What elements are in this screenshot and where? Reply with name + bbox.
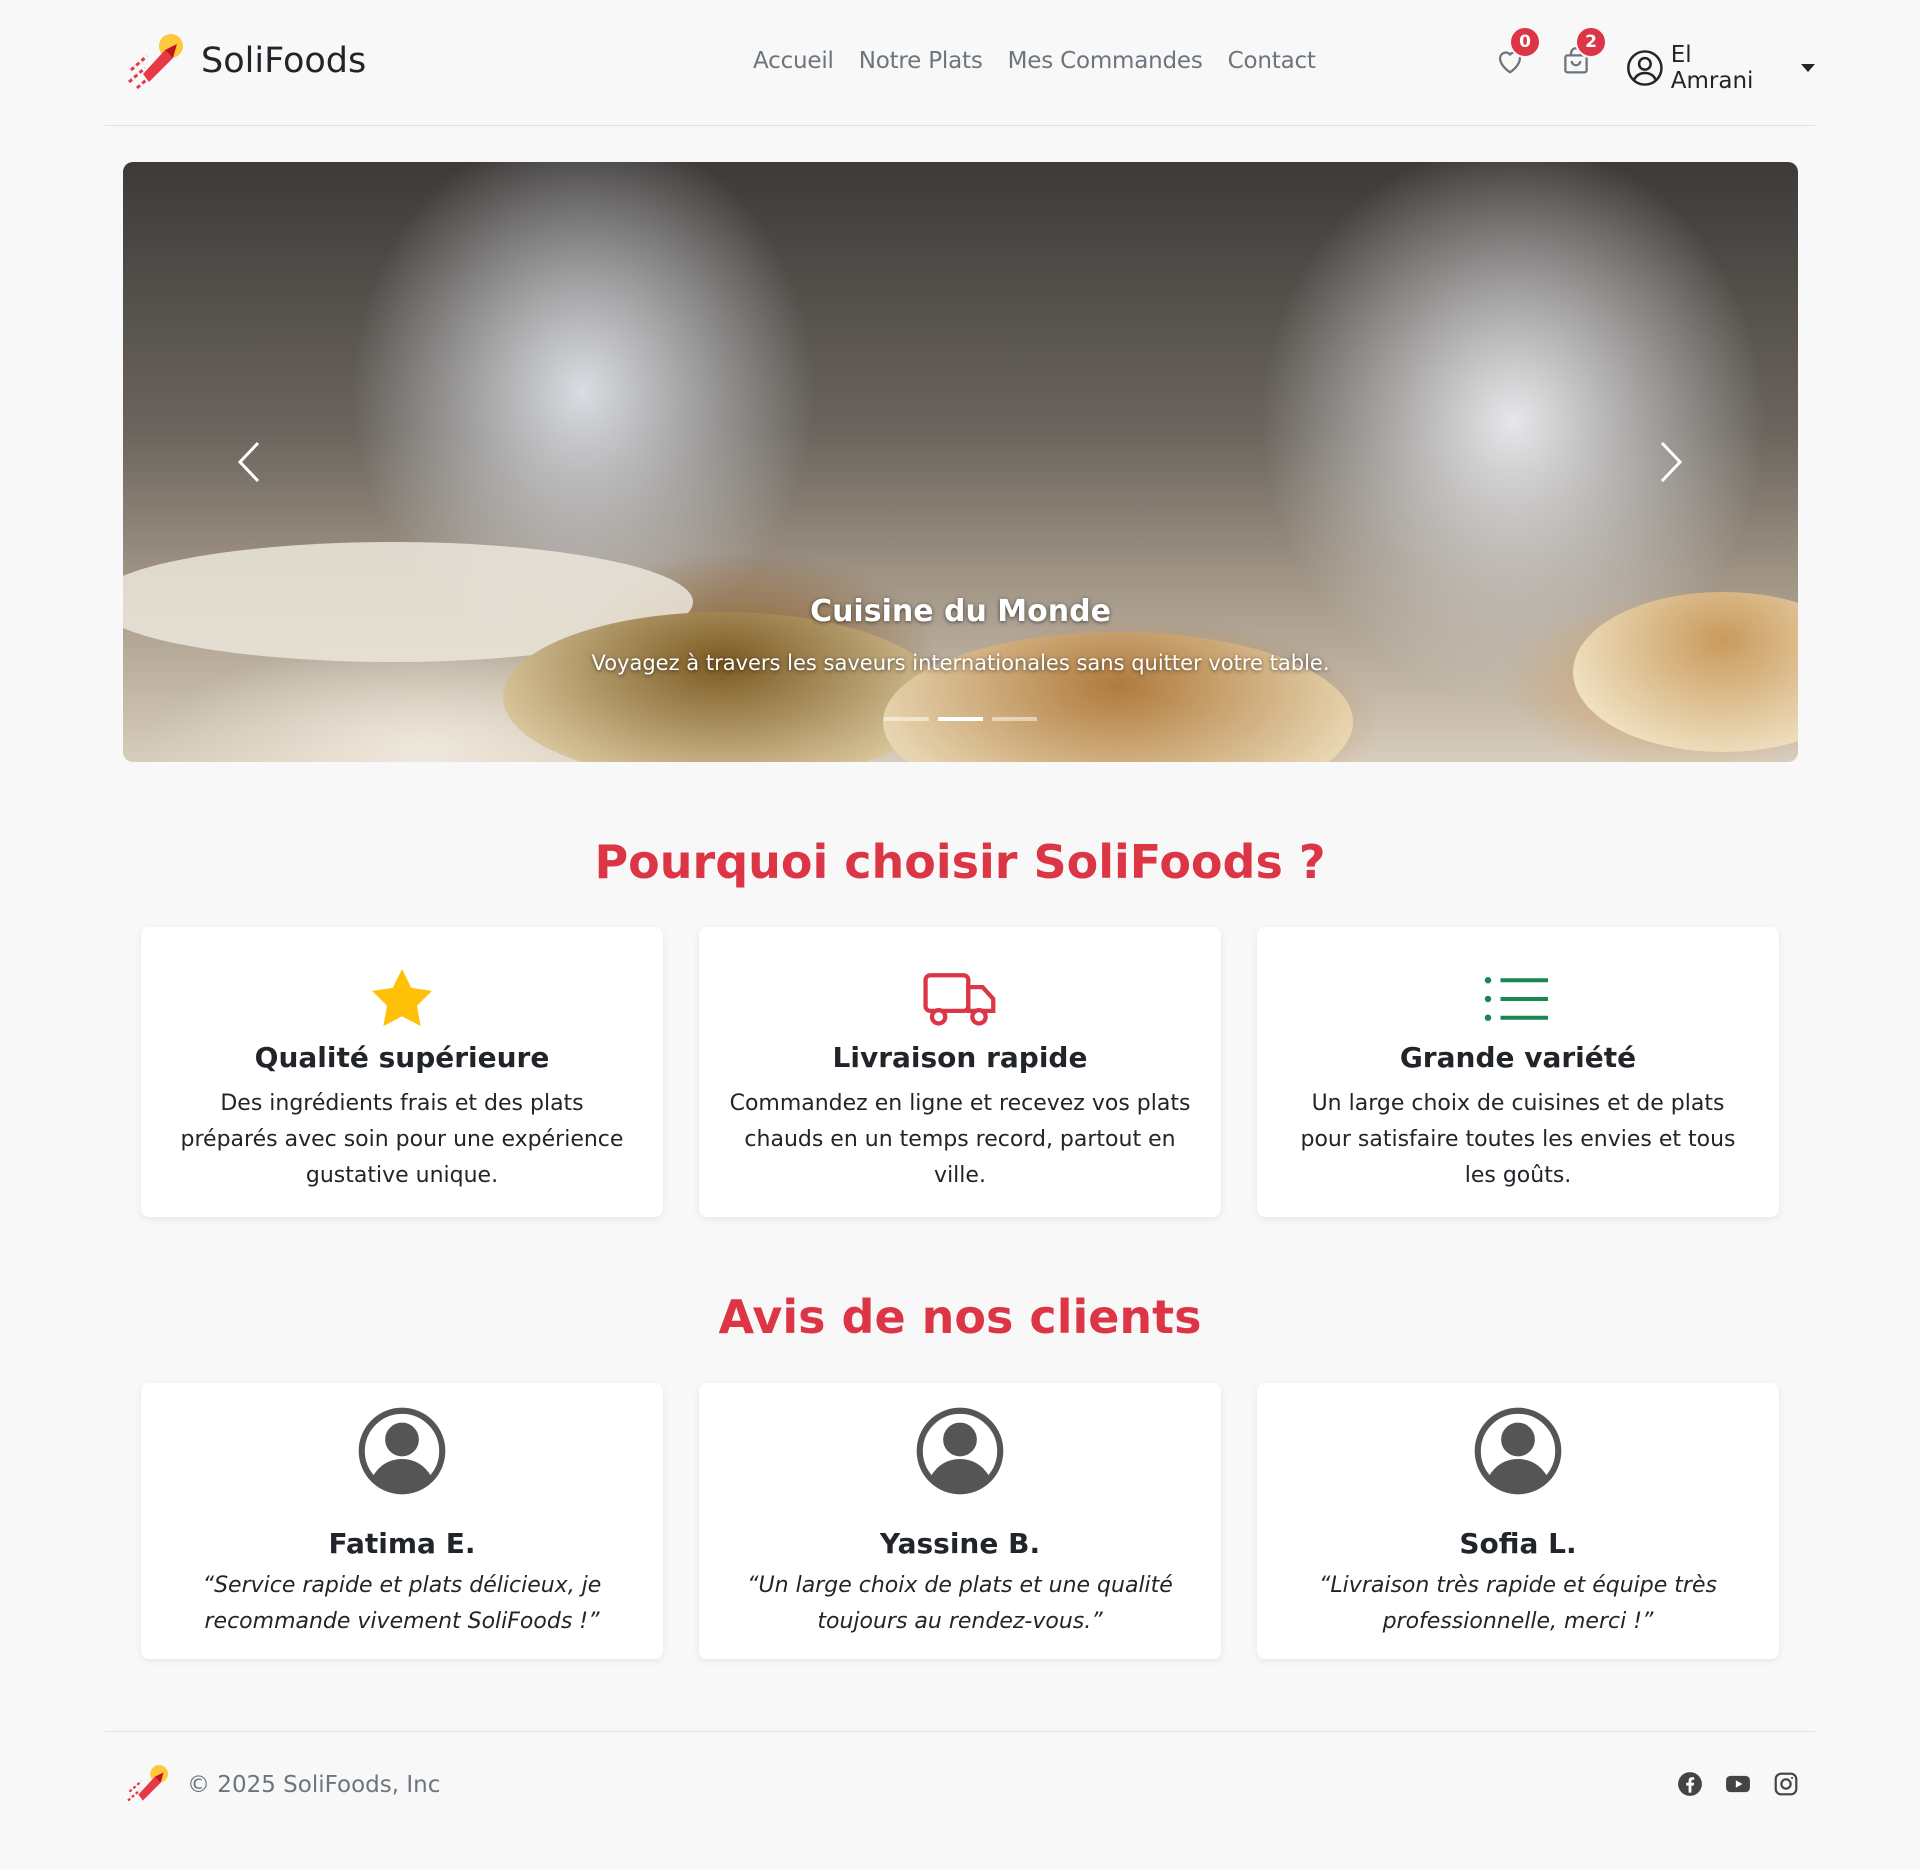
user-avatar-icon (916, 1407, 1004, 1495)
facebook-icon[interactable] (1677, 1771, 1703, 1797)
features-title: Pourquoi choisir SoliFoods ? (594, 835, 1326, 889)
footer-brand: © 2025 SoliFoods, Inc (125, 1762, 440, 1808)
main-nav: Accueil Notre Plats Mes Commandes Contac… (753, 48, 1316, 74)
carousel-indicators (123, 717, 1798, 721)
chevron-left-icon (237, 441, 260, 483)
user-name: El Amrani (1670, 42, 1754, 94)
review-card: Sofia L. “Livraison très rapide et équip… (1257, 1383, 1779, 1659)
review-name: Sofia L. (1459, 1527, 1577, 1560)
nav-link-accueil[interactable]: Accueil (753, 48, 834, 74)
feature-card-quality: Qualité supérieure Des ingrédients frais… (141, 927, 663, 1217)
feature-title: Livraison rapide (832, 1041, 1088, 1074)
brand-link[interactable]: SoliFoods (125, 30, 366, 92)
cart-button[interactable]: 2 (1559, 26, 1607, 80)
brand-name: SoliFoods (201, 41, 367, 81)
star-icon (364, 963, 440, 1035)
site-footer: © 2025 SoliFoods, Inc (105, 1731, 1815, 1831)
feature-card-delivery: Livraison rapide Commandez en ligne et r… (699, 927, 1221, 1217)
site-header: SoliFoods Accueil Notre Plats Mes Comman… (105, 0, 1815, 126)
youtube-icon[interactable] (1725, 1771, 1751, 1797)
truck-icon (922, 963, 998, 1035)
feature-title: Grande variété (1399, 1041, 1637, 1074)
hero-carousel: Cuisine du Monde Voyagez à travers les s… (123, 162, 1798, 762)
list-icon (1480, 963, 1556, 1035)
feature-text: Un large choix de cuisines et de plats p… (1300, 1091, 1736, 1188)
nav-link-notre-plats[interactable]: Notre Plats (859, 48, 983, 74)
wishlist-button[interactable]: 0 (1493, 26, 1541, 80)
wishlist-count-badge: 0 (1509, 26, 1541, 58)
nav-link-mes-commandes[interactable]: Mes Commandes (1008, 48, 1203, 74)
carousel-title: Cuisine du Monde (810, 594, 1111, 629)
carousel-text: Voyagez à travers les saveurs internatio… (591, 651, 1330, 675)
social-links (1677, 1771, 1799, 1797)
carousel-caption: Cuisine du Monde Voyagez à travers les s… (123, 594, 1798, 675)
rocket-logo-icon (128, 34, 183, 90)
feature-text: Des ingrédients frais et des plats prépa… (180, 1091, 624, 1188)
instagram-icon[interactable] (1773, 1771, 1799, 1797)
review-card: Yassine B. “Un large choix de plats et u… (699, 1383, 1221, 1659)
feature-text: Commandez en ligne et recevez vos plats … (729, 1091, 1191, 1188)
reviews-title: Avis de nos clients (718, 1290, 1202, 1344)
rocket-logo-icon[interactable] (125, 1762, 171, 1808)
feature-title: Qualité supérieure (254, 1041, 550, 1074)
carousel-indicator-3[interactable] (992, 717, 1037, 721)
review-text: “Un large choix de plats et une qualité … (747, 1573, 1173, 1634)
nav-link-contact[interactable]: Contact (1228, 48, 1316, 74)
carousel-indicator-1[interactable] (884, 717, 929, 721)
user-menu-toggle[interactable]: El Amrani (1625, 42, 1815, 94)
review-text: “Livraison très rapide et équipe très pr… (1319, 1573, 1717, 1634)
review-name: Fatima E. (328, 1527, 476, 1560)
carousel-next-button[interactable] (1641, 432, 1701, 492)
cart-count-badge: 2 (1575, 26, 1607, 58)
review-name: Yassine B. (879, 1527, 1041, 1560)
chevron-down-icon (1801, 64, 1815, 72)
user-avatar-icon (1474, 1407, 1562, 1495)
chevron-right-icon (1660, 441, 1683, 483)
copyright-text: © 2025 SoliFoods, Inc (187, 1772, 441, 1798)
user-circle-icon (1627, 50, 1663, 86)
feature-card-variety: Grande variété Un large choix de cuisine… (1257, 927, 1779, 1217)
review-text: “Service rapide et plats délicieux, je r… (202, 1573, 602, 1634)
carousel-indicator-2[interactable] (938, 717, 983, 721)
user-avatar-icon (358, 1407, 446, 1495)
review-card: Fatima E. “Service rapide et plats délic… (141, 1383, 663, 1659)
carousel-prev-button[interactable] (219, 432, 279, 492)
